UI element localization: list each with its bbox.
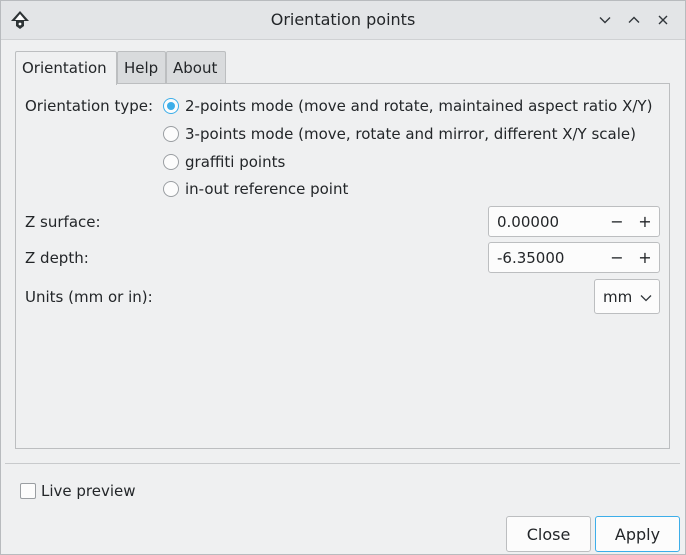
live-preview-toggle[interactable]: Live preview (20, 482, 136, 500)
units-dropdown[interactable]: mm (594, 279, 660, 314)
units-selected-value: mm (603, 288, 633, 306)
checkbox[interactable] (20, 483, 36, 499)
tab-help[interactable]: Help (117, 51, 166, 84)
orientation-type-label: Orientation type: (25, 97, 154, 115)
chevron-down-icon (599, 17, 611, 24)
radio-label: graffiti points (185, 153, 286, 171)
minimize-button[interactable] (594, 9, 616, 31)
z-depth-label: Z depth: (25, 249, 89, 267)
radio-label: in-out reference point (185, 180, 349, 198)
increment-button[interactable]: + (633, 209, 657, 234)
radio-button[interactable] (163, 126, 179, 142)
orientation-panel: Orientation type: 2-points mode (move an… (15, 83, 670, 449)
decrement-button[interactable]: − (605, 209, 629, 234)
radio-3-points-mode[interactable]: 3-points mode (move, rotate and mirror, … (163, 125, 636, 143)
radio-button[interactable] (163, 181, 179, 197)
dialog-window: Orientation points Orientation Help Abou… (0, 0, 686, 555)
window-title: Orientation points (270, 10, 416, 29)
radio-button-checked[interactable] (163, 98, 179, 114)
z-surface-value[interactable]: 0.00000 (497, 213, 559, 231)
tab-about[interactable]: About (166, 51, 226, 84)
radio-button[interactable] (163, 154, 179, 170)
increment-button[interactable]: + (633, 245, 657, 270)
radio-label: 2-points mode (move and rotate, maintain… (185, 97, 653, 115)
z-surface-spinbox[interactable]: 0.00000 − + (488, 206, 660, 237)
title-bar[interactable]: Orientation points (1, 1, 685, 40)
z-depth-value[interactable]: -6.35000 (497, 249, 564, 267)
radio-in-out-reference-point[interactable]: in-out reference point (163, 180, 348, 198)
tab-orientation[interactable]: Orientation (15, 51, 117, 85)
close-window-button[interactable] (652, 9, 674, 31)
chevron-up-icon (628, 16, 640, 23)
chevron-down-icon (640, 295, 652, 302)
radio-2-points-mode[interactable]: 2-points mode (move and rotate, maintain… (163, 97, 652, 115)
close-icon (658, 15, 668, 25)
z-depth-spinbox[interactable]: -6.35000 − + (488, 242, 660, 273)
apply-button[interactable]: Apply (595, 516, 680, 552)
z-surface-label: Z surface: (25, 213, 101, 231)
divider (5, 463, 680, 464)
radio-graffiti-points[interactable]: graffiti points (163, 153, 285, 171)
close-button[interactable]: Close (506, 516, 591, 552)
maximize-button[interactable] (623, 9, 645, 31)
radio-label: 3-points mode (move, rotate and mirror, … (185, 125, 636, 143)
live-preview-label: Live preview (41, 482, 136, 500)
units-label: Units (mm or in): (25, 288, 153, 306)
decrement-button[interactable]: − (605, 245, 629, 270)
